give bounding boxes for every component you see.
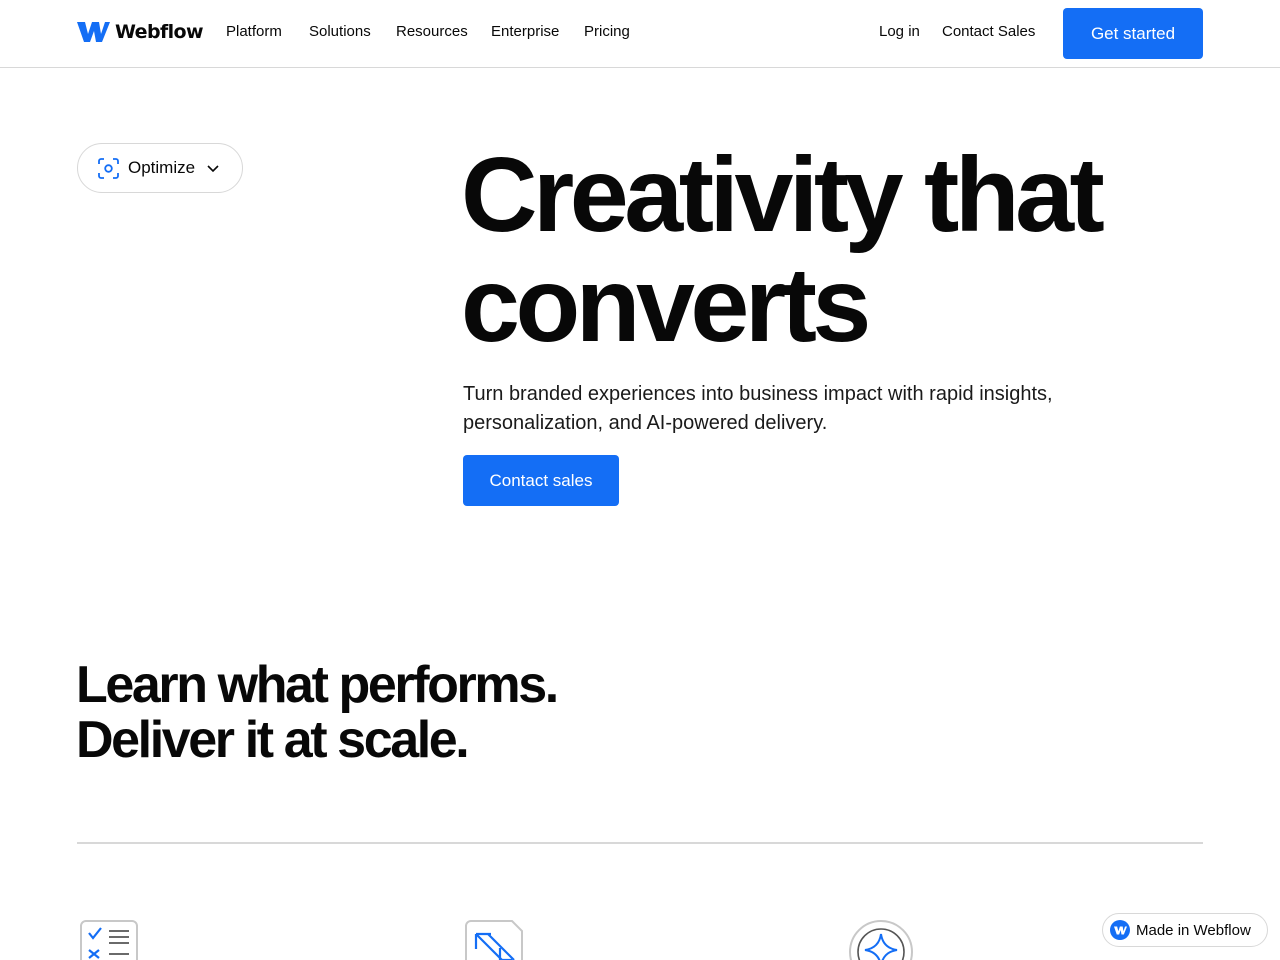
hero-subtitle-line2: personalization, and AI-powered delivery… [463,412,828,434]
section-title-line1: Learn what performs. [76,656,559,714]
site-header: Webflow Platform Solutions Resources Ent… [0,0,1280,68]
hero-title-line1: Creativity that [461,136,1105,254]
nav-resources[interactable]: Resources [396,22,468,42]
section-divider [77,842,1203,844]
hero-title: Creativity that converts [461,140,1221,360]
chevron-down-icon [207,165,219,173]
section-title-line2: Deliver it at scale. [76,711,470,769]
arrows-diagonal-icon [465,920,523,960]
contact-sales-button[interactable]: Contact sales [463,455,619,506]
made-in-webflow-badge[interactable]: Made in Webflow [1102,913,1268,947]
sparkle-icon [849,920,913,960]
webflow-logo[interactable]: Webflow [77,20,204,44]
webflow-badge-icon [1110,920,1130,940]
checklist-icon [80,920,138,960]
brand-name: Webflow [115,21,204,43]
badge-label: Made in Webflow [1136,921,1251,939]
hero-subtitle: Turn branded experiences into business i… [463,380,1103,438]
nav-solutions[interactable]: Solutions [309,22,371,42]
nav-enterprise[interactable]: Enterprise [491,22,559,42]
webflow-mark-icon [77,22,110,42]
optimize-label: Optimize [128,158,196,177]
contact-sales-link[interactable]: Contact Sales [942,22,1035,42]
login-link[interactable]: Log in [879,22,920,42]
hero-subtitle-line1: Turn branded experiences into business i… [463,383,1053,405]
focus-scan-icon [98,157,119,179]
nav-pricing[interactable]: Pricing [584,22,630,42]
section-title: Learn what performs. Deliver it at scale… [76,658,776,768]
optimize-dropdown[interactable]: Optimize [77,143,243,193]
get-started-button[interactable]: Get started [1063,8,1203,59]
hero-title-line2: converts [461,246,871,364]
nav-platform[interactable]: Platform [226,22,282,42]
